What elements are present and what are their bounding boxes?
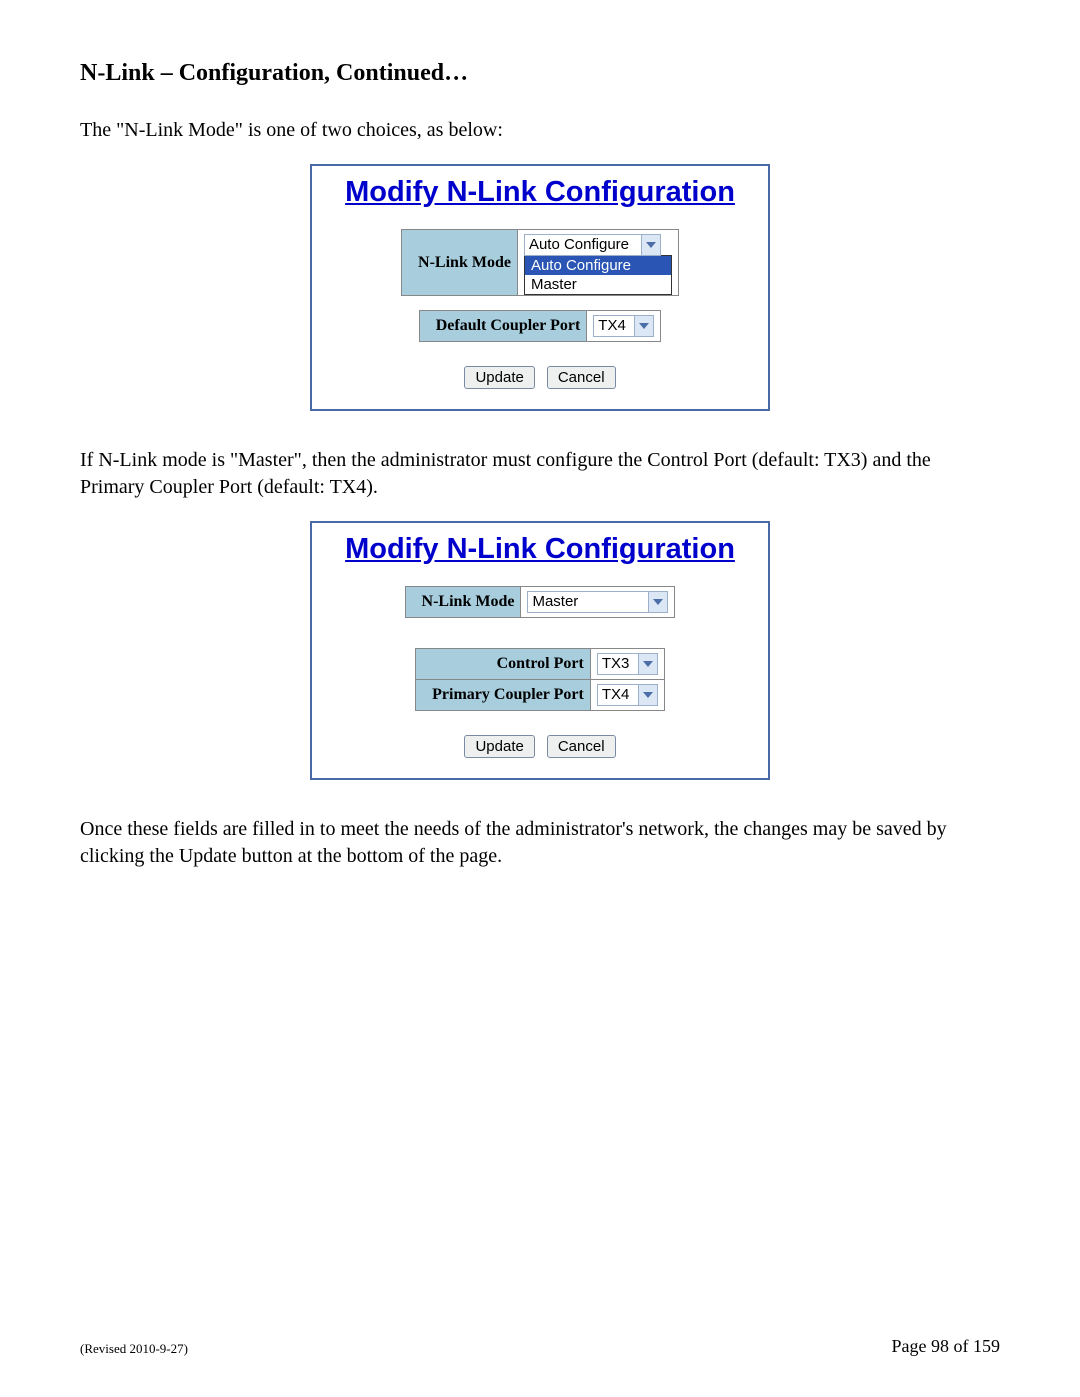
- cancel-button[interactable]: Cancel: [547, 735, 616, 758]
- nlink-mode-row: N-Link Mode Auto Configure Auto Configur…: [401, 229, 679, 296]
- intro-paragraph-1: The "N-Link Mode" is one of two choices,…: [80, 117, 1000, 144]
- nlink-mode-dropdown: Auto Configure Master: [524, 255, 672, 295]
- control-port-select[interactable]: TX3: [597, 653, 658, 675]
- primary-coupler-row: Primary Coupler Port TX4: [416, 680, 665, 711]
- nlink-mode-select[interactable]: Auto Configure: [524, 234, 661, 256]
- intro-paragraph-2: If N-Link mode is "Master", then the adm…: [80, 447, 1000, 501]
- page-number: Page 98 of 159: [892, 1336, 1000, 1357]
- nlink-mode-row-2: N-Link Mode Master: [405, 586, 676, 618]
- revised-date: (Revised 2010-9-27): [80, 1341, 188, 1357]
- primary-coupler-select[interactable]: TX4: [597, 684, 658, 706]
- nlink-mode-value: Auto Configure: [525, 235, 641, 255]
- default-coupler-row: Default Coupler Port TX4: [419, 310, 662, 342]
- default-coupler-value: TX4: [594, 316, 634, 336]
- chevron-down-icon: [641, 235, 660, 255]
- config-panel-2: Modify N-Link Configuration N-Link Mode …: [310, 521, 770, 780]
- cancel-button[interactable]: Cancel: [547, 366, 616, 389]
- control-port-label: Control Port: [416, 649, 591, 680]
- config-panel-1: Modify N-Link Configuration N-Link Mode …: [310, 164, 770, 411]
- master-ports-table: Control Port TX3 Primary Coupler Port: [415, 648, 665, 711]
- dropdown-option-auto[interactable]: Auto Configure: [525, 256, 671, 275]
- panel-title: Modify N-Link Configuration: [322, 176, 758, 209]
- default-coupler-label: Default Coupler Port: [419, 311, 587, 342]
- chevron-down-icon: [638, 654, 657, 674]
- primary-coupler-label: Primary Coupler Port: [416, 680, 591, 711]
- page-heading: N-Link – Configuration, Continued…: [80, 60, 1000, 87]
- chevron-down-icon: [634, 316, 653, 336]
- nlink-mode-label: N-Link Mode: [402, 230, 518, 296]
- page-footer: (Revised 2010-9-27) Page 98 of 159: [80, 1336, 1000, 1357]
- dropdown-option-master[interactable]: Master: [525, 275, 671, 294]
- update-button[interactable]: Update: [464, 366, 534, 389]
- primary-coupler-value: TX4: [598, 685, 638, 705]
- control-port-row: Control Port TX3: [416, 649, 665, 680]
- chevron-down-icon: [638, 685, 657, 705]
- control-port-value: TX3: [598, 654, 638, 674]
- panel-title: Modify N-Link Configuration: [322, 533, 758, 566]
- nlink-mode-label: N-Link Mode: [405, 587, 521, 618]
- nlink-mode-value: Master: [528, 592, 648, 612]
- default-coupler-select[interactable]: TX4: [593, 315, 654, 337]
- intro-paragraph-3: Once these fields are filled in to meet …: [80, 816, 1000, 870]
- update-button[interactable]: Update: [464, 735, 534, 758]
- nlink-mode-select[interactable]: Master: [527, 591, 668, 613]
- chevron-down-icon: [648, 592, 667, 612]
